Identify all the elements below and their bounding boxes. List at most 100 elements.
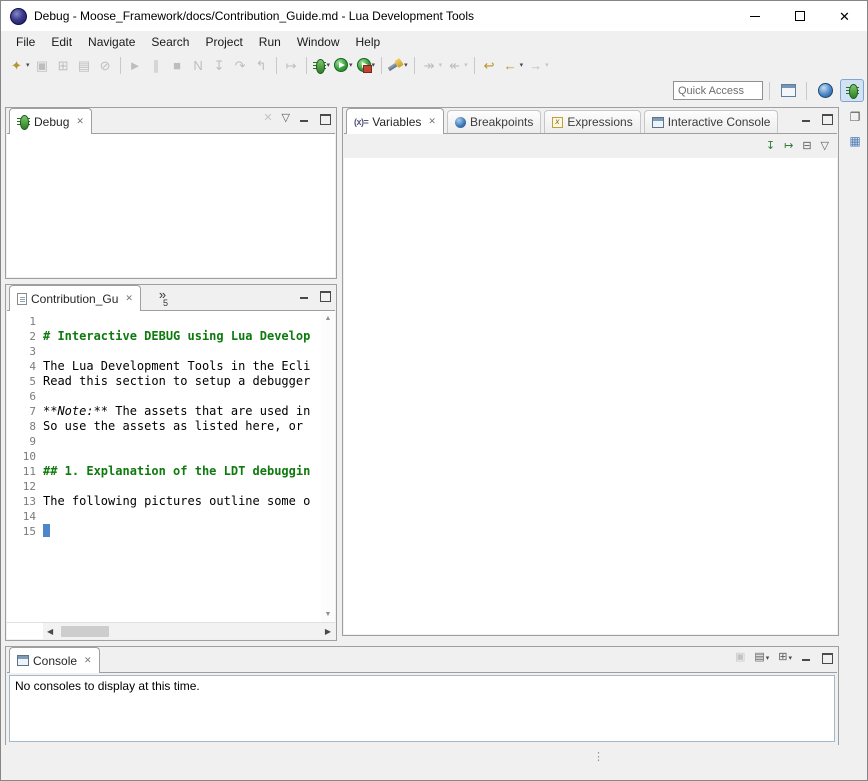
scroll-up-icon[interactable]: ▲ (321, 313, 335, 325)
scrollbar-thumb[interactable] (61, 626, 109, 637)
open-perspective-button[interactable] (776, 79, 800, 102)
maximize-view-icon[interactable] (821, 113, 832, 124)
pin-console-button[interactable]: ▣ (735, 652, 745, 663)
line-number: 12 (7, 479, 36, 494)
menubar: FileEditNavigateSearchProjectRunWindowHe… (1, 31, 867, 53)
view-menu-button[interactable]: ▽ (821, 141, 829, 152)
resume-button[interactable]: ► (125, 54, 146, 76)
dropdown-arrow-icon[interactable]: ▾ (372, 61, 376, 69)
variables-panel-header: (x)=Variables✕BreakpointsExpressionsInte… (343, 108, 838, 133)
toolbar-separator (414, 57, 415, 74)
editor-horizontal-scrollbar[interactable]: ◀ ▶ (43, 622, 335, 639)
minimized-palette-view-button[interactable]: ▦ (844, 131, 866, 151)
skip-all-breakpoints-button[interactable]: ⊘ (95, 54, 116, 76)
use-step-filters-button[interactable]: ↦ (281, 54, 302, 76)
dropdown-arrow-icon[interactable]: ▾ (766, 654, 770, 662)
debug-view-toolbar: ✕▽ (263, 113, 290, 124)
debug-button[interactable]: ▾ (311, 54, 333, 76)
window-minimize-button[interactable] (732, 1, 777, 31)
save-button[interactable]: ▣ (32, 54, 53, 76)
disconnect-button[interactable]: N (188, 54, 209, 76)
new-wizard-button[interactable]: ✦▾ (6, 54, 32, 76)
dropdown-arrow-icon[interactable]: ▾ (788, 654, 792, 662)
editor-vertical-scrollbar[interactable]: ▲ ▼ (321, 312, 335, 622)
maximize-view-icon[interactable] (319, 290, 330, 301)
dropdown-arrow-icon[interactable]: ▾ (404, 61, 408, 69)
tab-contribution-guide[interactable]: Contribution_Gu ✕ (9, 285, 141, 311)
tab-interactive-console[interactable]: Interactive Console (644, 110, 779, 133)
menu-window[interactable]: Window (289, 32, 348, 52)
collapse-all-button[interactable]: ⊟ (802, 141, 811, 152)
show-logical-structure-button[interactable]: ↦ (784, 141, 793, 152)
window-maximize-button[interactable] (777, 1, 822, 31)
close-icon[interactable]: ✕ (428, 116, 436, 127)
minimize-view-icon[interactable] (801, 113, 812, 124)
editor-tab-overflow-button[interactable]: » 5 (157, 290, 168, 308)
dropdown-arrow-icon[interactable]: ▾ (26, 61, 30, 69)
display-console-button[interactable]: ▤▾ (754, 652, 769, 663)
previous-annotation-button[interactable]: ↞▾ (444, 54, 470, 76)
step-into-button[interactable]: ↧ (209, 54, 230, 76)
view-menu-button[interactable]: ▽ (282, 113, 290, 124)
minimize-view-icon[interactable] (299, 290, 310, 301)
line-number: 15 (7, 524, 36, 539)
tab-variables[interactable]: (x)=Variables✕ (346, 108, 444, 134)
debug-perspective-button[interactable] (840, 79, 864, 102)
last-edit-location-button[interactable]: ↩ (479, 54, 500, 76)
maximize-view-icon[interactable] (319, 113, 330, 124)
run-button[interactable]: ▾ (332, 54, 355, 76)
terminate-button[interactable]: ■ (167, 54, 188, 76)
search-button[interactable]: ▾ (386, 54, 410, 76)
scroll-left-icon[interactable]: ◀ (47, 623, 53, 639)
menu-file[interactable]: File (8, 32, 43, 52)
menu-run[interactable]: Run (251, 32, 289, 52)
dropdown-arrow-icon[interactable]: ▾ (327, 61, 331, 69)
minimize-view-icon[interactable] (299, 113, 310, 124)
editor-text-area[interactable]: # Interactive DEBUG using Lua DevelopThe… (43, 312, 321, 622)
back-button[interactable]: ←▾ (500, 54, 526, 76)
menu-help[interactable]: Help (348, 32, 389, 52)
print-button[interactable]: ▤ (74, 54, 95, 76)
editor-line: **Note:** The assets that are used in (43, 404, 321, 419)
close-icon[interactable]: ✕ (125, 293, 133, 304)
next-annotation-button[interactable]: ↠▾ (419, 54, 445, 76)
maximize-view-icon[interactable] (821, 652, 832, 663)
sash-grip-icon[interactable]: ⋮ (593, 750, 604, 763)
scroll-right-icon[interactable]: ▶ (325, 623, 331, 639)
tab-expressions[interactable]: Expressions (544, 110, 640, 133)
tab-breakpoints[interactable]: Breakpoints (447, 110, 541, 133)
window-close-button[interactable]: ✕ (822, 1, 867, 31)
tab-debug[interactable]: Debug ✕ (9, 108, 92, 134)
dropdown-arrow-icon[interactable]: ▾ (349, 61, 353, 69)
menu-edit[interactable]: Edit (43, 32, 80, 52)
restore-minimized-view-button[interactable]: ❐ (844, 107, 866, 127)
menu-navigate[interactable]: Navigate (80, 32, 143, 52)
minimize-view-icon[interactable] (801, 652, 812, 663)
external-tools-button[interactable]: ▾ (355, 54, 378, 76)
scroll-down-icon[interactable]: ▼ (321, 609, 335, 621)
menu-project[interactable]: Project (197, 32, 250, 52)
line-number-gutter[interactable]: 123456789101112131415 (7, 312, 43, 622)
suspend-button[interactable]: ∥ (146, 54, 167, 76)
remove-all-terminated-button[interactable]: ✕ (263, 113, 272, 124)
open-console-button[interactable]: ⊞▾ (778, 652, 792, 663)
dropdown-arrow-icon[interactable]: ▾ (439, 61, 443, 69)
dropdown-arrow-icon[interactable]: ▾ (520, 61, 524, 69)
interactive-console-icon (652, 117, 664, 128)
close-icon[interactable]: ✕ (84, 655, 92, 666)
dropdown-arrow-icon[interactable]: ▾ (464, 61, 468, 69)
app-logo-icon (10, 8, 27, 25)
show-type-names-button[interactable]: ↧ (766, 141, 775, 152)
remove-all-terminated-button-icon: ✕ (263, 113, 272, 124)
step-return-button[interactable]: ↰ (251, 54, 272, 76)
forward-button[interactable]: →▾ (525, 54, 551, 76)
ldt-perspective-button[interactable] (813, 79, 837, 102)
tab-console[interactable]: Console ✕ (9, 647, 100, 673)
dropdown-arrow-icon[interactable]: ▾ (545, 61, 549, 69)
step-over-button[interactable]: ↷ (230, 54, 251, 76)
quick-access-input[interactable] (673, 81, 763, 100)
menu-search[interactable]: Search (143, 32, 197, 52)
close-icon[interactable]: ✕ (76, 116, 84, 127)
toolbar-separator (474, 57, 475, 74)
save-all-button[interactable]: ⊞ (53, 54, 74, 76)
